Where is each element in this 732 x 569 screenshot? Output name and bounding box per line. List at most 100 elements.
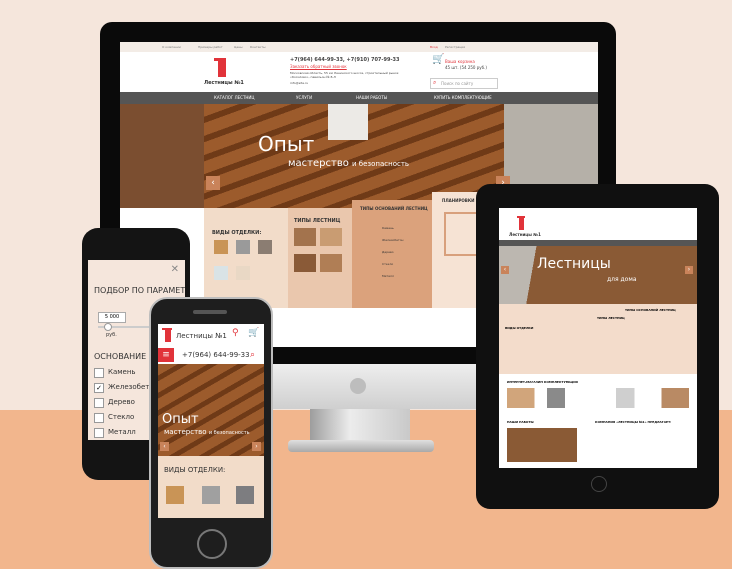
- menu-works[interactable]: НАШИ РАБОТЫ: [356, 95, 387, 100]
- brand-name[interactable]: Лестницы №1: [204, 80, 244, 86]
- header-address: Московская область, 55 км Ленинского шос…: [290, 71, 399, 79]
- cart-value: 45 шт. (54 250 руб.): [445, 65, 487, 70]
- option-glass: Стекло: [108, 413, 135, 421]
- tablet-works-image[interactable]: [507, 428, 577, 462]
- finish-swatch-glass[interactable]: [214, 266, 228, 280]
- phone-next-icon[interactable]: ›: [252, 442, 261, 451]
- phone-logo-stem: [165, 330, 171, 342]
- checkbox-metal[interactable]: [94, 428, 104, 438]
- price-slider-handle[interactable]: [104, 323, 112, 331]
- hero-image-white: [328, 104, 368, 140]
- option-wood: Дерево: [108, 398, 135, 406]
- type-thumb-2[interactable]: [320, 228, 342, 246]
- cart-icon[interactable]: 🛒: [432, 55, 444, 65]
- header-email[interactable]: info@site.ru: [290, 81, 308, 86]
- type-thumb-1[interactable]: [294, 228, 316, 246]
- monitor-stand: [310, 409, 410, 444]
- top-link-about[interactable]: О компании: [162, 45, 181, 49]
- types-title: ТИПЫ ЛЕСТНИЦ: [294, 218, 341, 224]
- phone-brand[interactable]: Лестницы №1: [176, 332, 227, 340]
- tablet-features: ВИДЫ ОТДЕЛКИ ТИПЫ ЛЕСТНИЦ ТИПЫ ОСНОВАНИЙ…: [499, 304, 697, 374]
- main-menu: КАТАЛОГ ЛЕСТНИЦ УСЛУГИ НАШИ РАБОТЫ КУПИТ…: [120, 92, 598, 104]
- phone-front-screen: Лестницы №1 ⚲ 🛒 ≡ +7(964) 644-99-33 ⌕ Оп…: [158, 324, 264, 518]
- tablet-brand[interactable]: Лестницы №1: [509, 232, 541, 237]
- types-panel: ТИПЫ ЛЕСТНИЦ: [288, 208, 352, 308]
- search-icon[interactable]: ⌕: [250, 350, 255, 360]
- close-icon[interactable]: ✕: [171, 264, 179, 275]
- hero-wall: [120, 104, 204, 208]
- base-filter-title: ОСНОВАНИЕ: [94, 352, 147, 361]
- phone-finish-title: ВИДЫ ОТДЕЛКИ:: [164, 466, 226, 474]
- phone-swatch-wood[interactable]: [166, 486, 184, 504]
- cart-icon[interactable]: 🛒: [248, 328, 259, 338]
- callback-link[interactable]: Заказать обратный звонок: [290, 64, 347, 69]
- tablet-finish-title: ВИДЫ ОТДЕЛКИ: [505, 326, 534, 330]
- tablet-home-button: [591, 476, 607, 492]
- search-icon[interactable]: ⌕: [433, 80, 436, 86]
- search-input[interactable]: Поиск по сайту ⌕: [430, 78, 498, 89]
- finish-title: ВИДЫ ОТДЕЛКИ:: [212, 230, 262, 236]
- monitor-foot: [288, 440, 434, 452]
- top-link-prices[interactable]: Цены: [234, 45, 243, 49]
- tablet-works-title: НАШИ РАБОТЫ: [507, 420, 534, 424]
- base-item-concrete[interactable]: Железобетон: [382, 238, 404, 242]
- price-input[interactable]: 5 000: [98, 312, 126, 323]
- hero-subtitle-tail: и безопасность: [352, 160, 410, 168]
- tablet-next-icon[interactable]: ›: [685, 266, 693, 274]
- filter-title: ПОДБОР ПО ПАРАМЕТРАМ: [94, 286, 185, 295]
- hero-subtitle: мастерство и безопасность: [288, 158, 409, 169]
- user-icon[interactable]: ⚲: [232, 328, 239, 338]
- phone-speaker: [193, 310, 227, 314]
- hamburger-menu-icon[interactable]: ≡: [158, 348, 174, 362]
- type-thumb-4[interactable]: [320, 254, 342, 272]
- finish-swatch-stone[interactable]: [258, 240, 272, 254]
- option-stone: Камень: [108, 368, 136, 376]
- base-item-metal[interactable]: Металл: [382, 274, 394, 278]
- checkbox-stone[interactable]: [94, 368, 104, 378]
- menu-catalog[interactable]: КАТАЛОГ ЛЕСТНИЦ: [214, 95, 255, 100]
- option-metal: Металл: [108, 428, 136, 436]
- phone-swatch-stone[interactable]: [236, 486, 254, 504]
- phone-prev-icon[interactable]: ‹: [160, 442, 169, 451]
- tablet-prev-icon[interactable]: ‹: [501, 266, 509, 274]
- finish-panel: ВИДЫ ОТДЕЛКИ:: [204, 208, 288, 308]
- hero-prev-arrow-icon[interactable]: ‹: [206, 176, 220, 190]
- base-title: ТИПЫ ОСНОВАНИЙ ЛЕСТНИЦ: [360, 206, 428, 211]
- tablet-hero: Лестницы для дома ‹ ›: [499, 246, 697, 304]
- phone-hero: Опыт мастерство и безопасность ‹ ›: [158, 364, 264, 456]
- base-panel: ТИПЫ ОСНОВАНИЙ ЛЕСТНИЦ Камень Железобето…: [352, 200, 432, 308]
- currency-label: руб.: [106, 332, 117, 338]
- site-header: Лестницы №1 +7(964) 644-99-33, +7(910) 7…: [120, 52, 598, 92]
- base-item-glass[interactable]: Стекло: [382, 262, 393, 266]
- checkbox-glass[interactable]: [94, 413, 104, 423]
- checkbox-wood[interactable]: [94, 398, 104, 408]
- phone-home-button: [197, 529, 227, 559]
- tablet-shop-title: ИНТЕРНЕТ-МАГАЗИН КОМПЛЕКТУЮЩИХ: [507, 380, 579, 384]
- top-link-works[interactable]: Примеры работ: [198, 45, 223, 49]
- tablet-hero-title: Лестницы: [537, 256, 611, 272]
- phone-hero-sub-tail: и безопасность: [208, 430, 250, 436]
- apple-logo-icon: [350, 378, 366, 394]
- base-item-wood[interactable]: Дерево: [382, 250, 394, 254]
- register-link[interactable]: Регистрация: [445, 45, 465, 49]
- base-item-stone[interactable]: Камень: [382, 226, 394, 230]
- hero-title: Опыт: [258, 132, 315, 156]
- tablet-shop-strip: [507, 388, 689, 408]
- menu-shop[interactable]: КУПИТЬ КОМПЛЕКТУЮЩИЕ: [434, 95, 492, 100]
- top-link-contacts[interactable]: Контакты: [250, 45, 265, 49]
- type-thumb-3[interactable]: [294, 254, 316, 272]
- checkbox-concrete-checked-icon[interactable]: ✓: [94, 383, 104, 393]
- tablet-types-title: ТИПЫ ЛЕСТНИЦ: [597, 316, 625, 320]
- phone-hero-sub-main: мастерство: [164, 428, 207, 436]
- cart-title[interactable]: Ваша корзина: [445, 59, 475, 64]
- price-value: 5 000: [104, 314, 120, 320]
- phone-number[interactable]: +7(964) 644-99-33: [182, 351, 250, 359]
- login-link[interactable]: Вход: [430, 45, 438, 49]
- menu-services[interactable]: УСЛУГИ: [296, 95, 312, 100]
- finish-swatch-metal[interactable]: [236, 240, 250, 254]
- hero-subtitle-main: мастерство: [288, 158, 349, 169]
- finish-swatch-plain[interactable]: [236, 266, 250, 280]
- logo-mark-stem: [218, 61, 226, 77]
- phone-swatch-metal[interactable]: [202, 486, 220, 504]
- finish-swatch-wood[interactable]: [214, 240, 228, 254]
